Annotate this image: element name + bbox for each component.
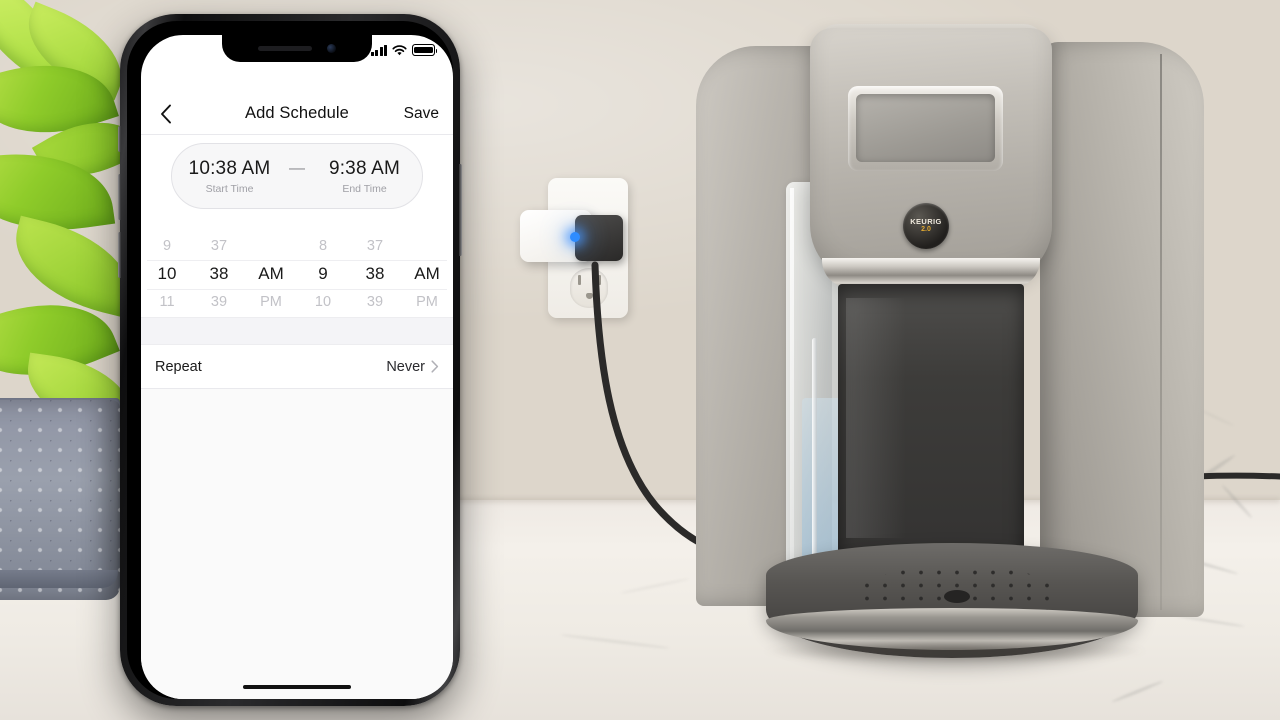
drip-tray-center-hole <box>944 590 970 603</box>
wheel-item: PM <box>416 294 438 310</box>
start-time-picker-group: 9 10 11 37 38 39 AM PM <box>141 231 297 317</box>
wheel-item-selected: AM <box>258 264 284 283</box>
start-minute-wheel[interactable]: 37 38 39 <box>193 231 245 317</box>
plant-pot-base <box>0 570 118 588</box>
front-camera-icon <box>327 44 336 53</box>
wheel-item-selected: AM <box>414 264 440 283</box>
power-button[interactable] <box>459 164 462 256</box>
end-meridiem-wheel[interactable]: AM PM <box>401 231 453 317</box>
end-time-field[interactable]: 9:38 AM End Time <box>307 157 422 195</box>
keurig-lcd-screen <box>856 94 995 162</box>
home-indicator[interactable] <box>243 685 351 689</box>
battery-icon <box>412 44 438 56</box>
start-hour-wheel[interactable]: 9 10 11 <box>141 231 193 317</box>
keurig-floor-shadow <box>760 638 1150 664</box>
wheel-item: 37 <box>210 238 228 254</box>
chevron-left-icon <box>160 104 172 124</box>
keurig-brand-text: KEURIG <box>910 217 942 226</box>
wheel-item-empty <box>401 232 453 260</box>
repeat-label: Repeat <box>155 358 202 375</box>
repeat-value-group: Never <box>386 359 439 375</box>
mute-switch[interactable] <box>118 126 121 152</box>
reservoir-edge-highlight <box>790 188 794 606</box>
keurig-version-text: 2.0 <box>921 226 931 233</box>
end-hour-wheel[interactable]: 8 9 10 <box>297 231 349 317</box>
wheel-item: 10 <box>314 294 332 310</box>
keurig-coffee-maker: KEURIG 2.0 <box>690 18 1210 698</box>
wheel-item: 8 <box>318 238 328 254</box>
start-time-field[interactable]: 10:38 AM Start Time <box>172 157 287 195</box>
keurig-logo-badge: KEURIG 2.0 <box>903 203 949 249</box>
end-minute-wheel[interactable]: 37 38 39 <box>349 231 401 317</box>
phone-bezel: Add Schedule Save 10:38 AM Start Time — … <box>127 21 453 699</box>
save-button[interactable]: Save <box>404 105 439 123</box>
back-button[interactable] <box>149 97 183 131</box>
start-meridiem-wheel[interactable]: AM PM <box>245 231 297 317</box>
brew-bay-highlight <box>846 298 906 538</box>
wheel-item-selected: 38 <box>209 264 229 283</box>
end-time-label: End Time <box>342 183 387 195</box>
start-time-label: Start Time <box>205 183 254 195</box>
chevron-right-icon <box>431 360 439 373</box>
keurig-right-body <box>1040 42 1204 617</box>
cellular-signal-icon <box>370 44 387 56</box>
wheel-item: 39 <box>366 294 384 310</box>
wheel-item: 9 <box>162 238 172 254</box>
smartphone-device: Add Schedule Save 10:38 AM Start Time — … <box>118 14 462 706</box>
wifi-icon <box>392 44 407 56</box>
start-time-value: 10:38 AM <box>188 158 271 179</box>
keurig-body-seam <box>1160 54 1162 610</box>
wheel-item-selected: 9 <box>318 264 328 283</box>
phone-notch <box>222 35 372 62</box>
wheel-item: 11 <box>159 294 175 310</box>
wheel-item: 37 <box>366 238 384 254</box>
section-spacer <box>141 317 453 345</box>
volume-down-button[interactable] <box>118 232 121 278</box>
time-picker: 9 10 11 37 38 39 AM PM 8 9 10 37 38 39 A… <box>141 231 453 317</box>
repeat-value: Never <box>386 358 425 375</box>
wheel-item: PM <box>260 294 282 310</box>
wheel-item: 39 <box>210 294 228 310</box>
navigation-bar: Add Schedule Save <box>141 93 453 135</box>
wheel-item-empty <box>245 232 297 260</box>
wheel-item-selected: 10 <box>157 264 177 283</box>
end-time-value: 9:38 AM <box>328 158 401 179</box>
battery-fill <box>414 46 433 54</box>
volume-up-button[interactable] <box>118 174 121 220</box>
time-range-pill: 10:38 AM Start Time — 9:38 AM End Time <box>171 143 423 209</box>
empty-content-area <box>141 389 453 699</box>
phone-screen: Add Schedule Save 10:38 AM Start Time — … <box>141 35 453 699</box>
time-range-separator: — <box>289 160 305 177</box>
earpiece-speaker <box>258 46 312 51</box>
end-time-picker-group: 8 9 10 37 38 39 AM PM <box>297 231 453 317</box>
repeat-row[interactable]: Repeat Never <box>141 345 453 389</box>
wheel-item-selected: 38 <box>365 264 385 283</box>
